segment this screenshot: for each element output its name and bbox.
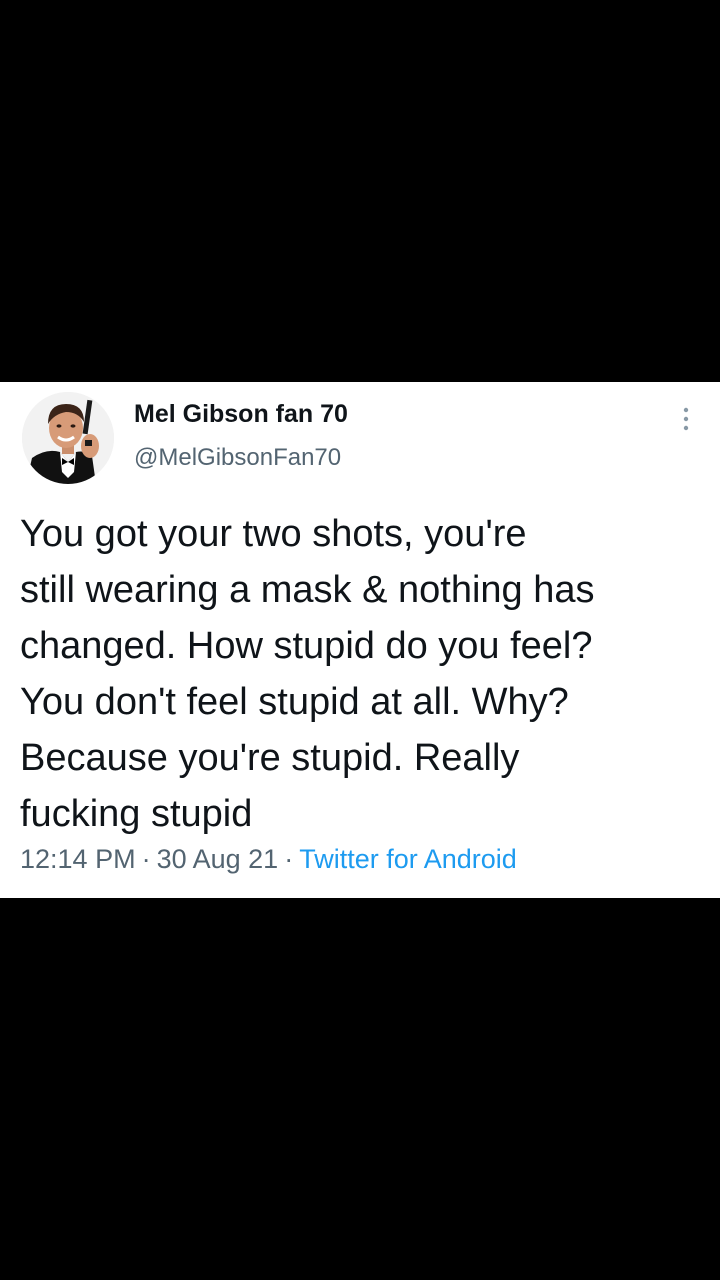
tweet-date[interactable]: 30 Aug 21 bbox=[157, 844, 279, 874]
tweet-time[interactable]: 12:14 PM bbox=[20, 844, 136, 874]
top-black-bar bbox=[0, 0, 720, 382]
tweet-text: You got your two shots, you're still wea… bbox=[20, 513, 595, 835]
separator: · bbox=[141, 844, 151, 874]
avatar-image bbox=[22, 392, 114, 484]
bottom-black-bar bbox=[0, 898, 720, 1280]
tweet-source-link[interactable]: Twitter for Android bbox=[299, 844, 517, 874]
avatar[interactable] bbox=[22, 392, 114, 484]
display-name[interactable]: Mel Gibson fan 70 bbox=[134, 400, 348, 429]
tweet-metadata: 12:14 PM · 30 Aug 21 · Twitter for Android bbox=[20, 844, 517, 875]
tweet-card: Mel Gibson fan 70 @MelGibsonFan70 You go… bbox=[0, 382, 720, 898]
more-vertical-icon[interactable] bbox=[674, 404, 698, 434]
separator: · bbox=[284, 844, 294, 874]
user-handle[interactable]: @MelGibsonFan70 bbox=[134, 444, 341, 472]
